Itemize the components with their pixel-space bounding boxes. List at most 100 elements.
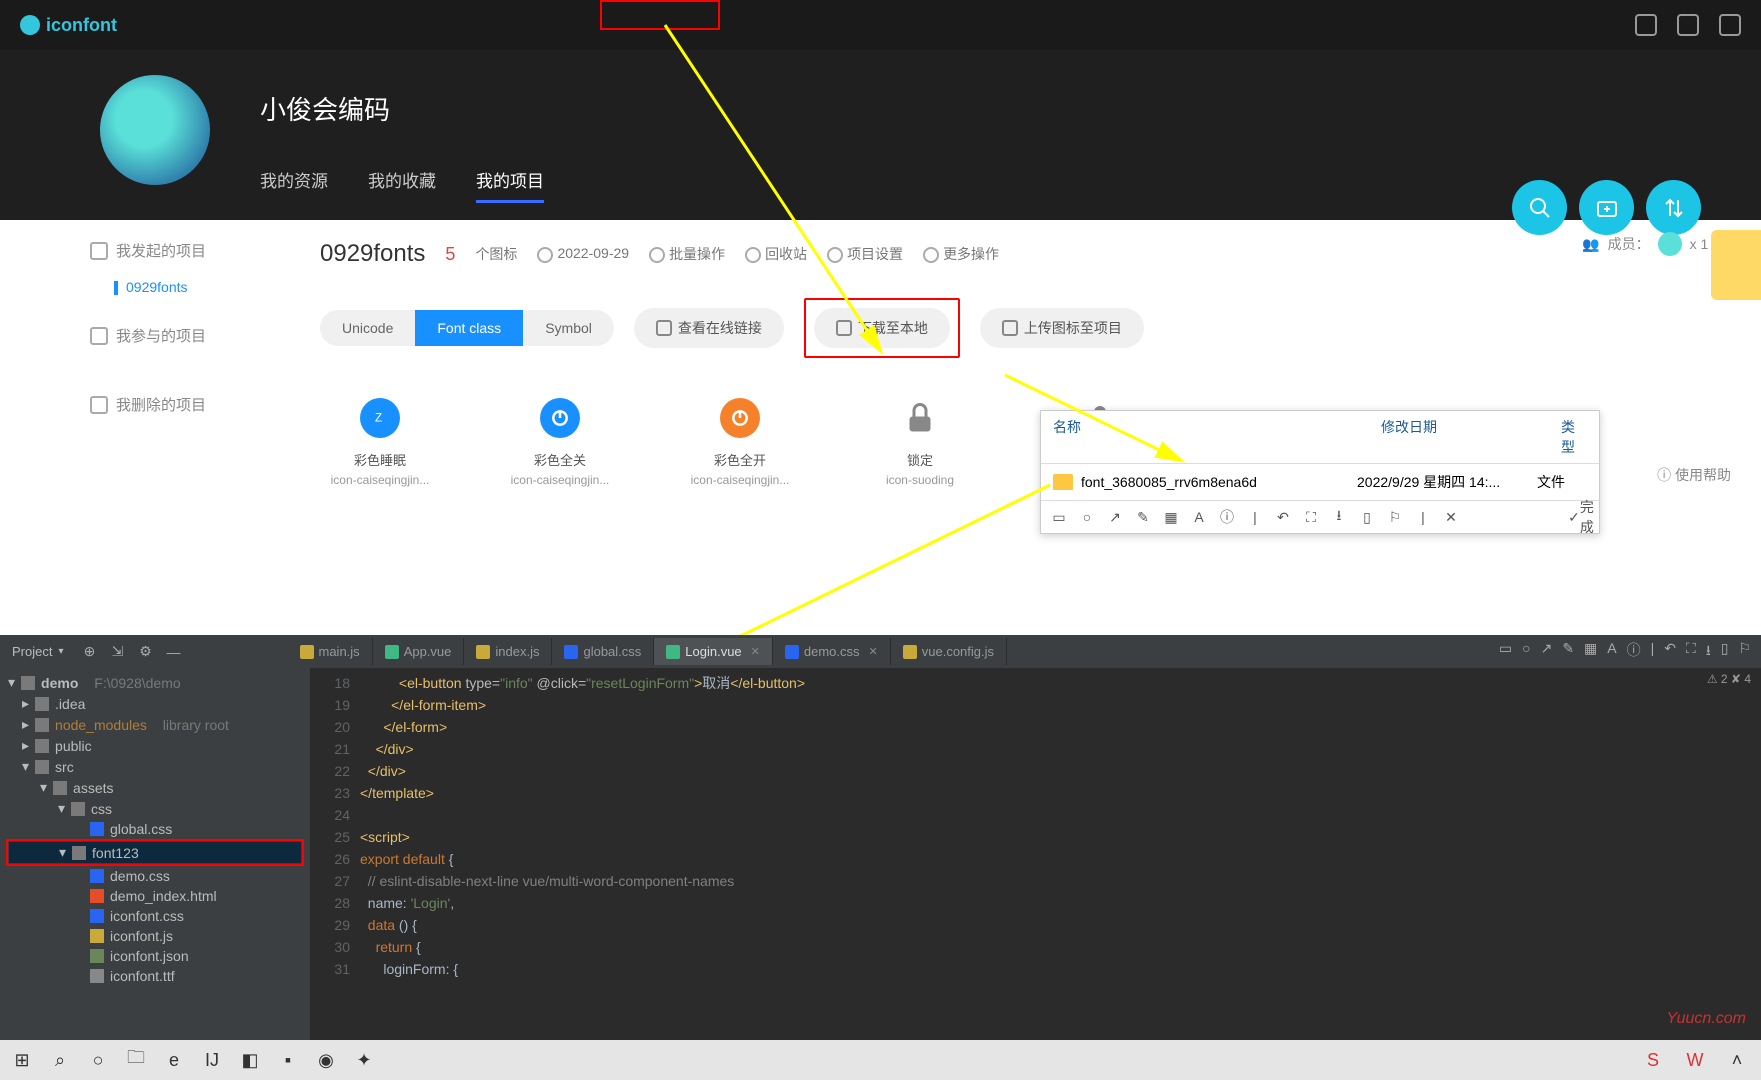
tree-idea[interactable]: ▸.idea	[0, 693, 310, 714]
tree-src[interactable]: ▾src	[0, 756, 310, 777]
undo-icon[interactable]: ↶	[1273, 507, 1293, 527]
col-type[interactable]: 类型	[1549, 411, 1599, 463]
tab-demo-css[interactable]: demo.css✕	[773, 638, 891, 665]
text-icon[interactable]: A	[1189, 507, 1209, 527]
tree-node-modules[interactable]: ▸node_modules library root	[0, 714, 310, 735]
expand-tool-icon[interactable]: ⛶	[1686, 640, 1696, 664]
download-icon[interactable]: ⭳	[1329, 507, 1349, 527]
collapse-icon[interactable]: ⇲	[109, 643, 127, 661]
tree-public[interactable]: ▸public	[0, 735, 310, 756]
close-icon[interactable]: ✕	[869, 645, 878, 658]
search-icon[interactable]: ⌕	[44, 1044, 76, 1076]
icon-cell-on[interactable]: 彩色全开 icon-caiseqingjin...	[680, 398, 800, 487]
seg-unicode[interactable]: Unicode	[320, 310, 415, 346]
tab-app-vue[interactable]: App.vue	[373, 638, 465, 665]
mosaic-tool-icon[interactable]: ▦	[1584, 640, 1597, 664]
tab-vueconfig-js[interactable]: vue.config.js	[891, 638, 1007, 665]
download-tool-icon[interactable]: ⭳	[1706, 640, 1711, 664]
intellij-icon[interactable]: IJ	[196, 1044, 228, 1076]
help-link[interactable]: ⓘ 使用帮助	[1657, 465, 1731, 485]
tree-iconfont-js[interactable]: iconfont.js	[0, 926, 310, 946]
phone-icon[interactable]: ▯	[1357, 507, 1377, 527]
bell-icon[interactable]	[1677, 14, 1699, 36]
sb-joined[interactable]: 我参与的项目	[90, 325, 280, 346]
user-icon[interactable]	[1719, 14, 1741, 36]
tray-up-icon[interactable]: ˄	[1721, 1044, 1753, 1076]
explorer-icon[interactable]: 🗀	[120, 1044, 152, 1076]
info-tool-icon[interactable]: ⓘ	[1627, 640, 1641, 664]
expand-icon[interactable]: ⛶	[1301, 507, 1321, 527]
upload-button[interactable]: 上传图标至项目	[980, 308, 1144, 348]
tree-global-css[interactable]: global.css	[0, 819, 310, 839]
text-tool-icon[interactable]: A	[1607, 640, 1616, 664]
batch-action[interactable]: 批量操作	[649, 244, 725, 264]
tray-w-icon[interactable]: W	[1679, 1044, 1711, 1076]
icon-cell-lock[interactable]: 锁定 icon-suoding	[860, 398, 980, 487]
explorer-row[interactable]: font_3680085_rrv6m8ena6d 2022/9/29 星期四 1…	[1041, 464, 1599, 500]
code-editor[interactable]: ⚠ 2 ✘ 4 1819202122232425262728293031 <el…	[310, 668, 1761, 1040]
app-icon[interactable]: ◧	[234, 1044, 266, 1076]
rect-tool-icon[interactable]: ▭	[1499, 640, 1512, 664]
undo-tool-icon[interactable]: ↶	[1664, 640, 1676, 664]
tree-font123[interactable]: ▾font123	[9, 842, 301, 863]
arrow-tool-icon[interactable]: ↗	[1541, 640, 1553, 664]
col-name[interactable]: 名称	[1041, 411, 1369, 463]
pin-tool-icon[interactable]: ⚐	[1738, 640, 1751, 664]
close-icon[interactable]: ✕	[1441, 507, 1461, 527]
pin-icon[interactable]: ⚐	[1385, 507, 1405, 527]
arrow-icon[interactable]: ↗	[1105, 507, 1125, 527]
pen-tool-icon[interactable]: ✎	[1562, 640, 1574, 664]
phone-tool-icon[interactable]: ▯	[1721, 640, 1729, 664]
tree-demo-index[interactable]: demo_index.html	[0, 886, 310, 906]
tab-main-js[interactable]: main.js	[288, 638, 373, 665]
mosaic-icon[interactable]: ▦	[1161, 507, 1181, 527]
pen-icon[interactable]: ✎	[1133, 507, 1153, 527]
tree-css[interactable]: ▾css	[0, 798, 310, 819]
tab-global-css[interactable]: global.css	[552, 638, 654, 665]
seg-fontclass[interactable]: Font class	[415, 310, 523, 346]
cortana-icon[interactable]: ○	[82, 1044, 114, 1076]
chrome-icon[interactable]: ◉	[310, 1044, 342, 1076]
problem-status[interactable]: ⚠ 2 ✘ 4	[1707, 672, 1751, 686]
icon-cell-off[interactable]: 彩色全关 icon-caiseqingjin...	[500, 398, 620, 487]
start-icon[interactable]: ⊞	[6, 1044, 38, 1076]
member-panel[interactable]: 👥成员： x 1›	[1582, 232, 1721, 256]
sb-created[interactable]: 我发起的项目	[90, 240, 280, 261]
site-logo[interactable]: iconfont	[20, 15, 117, 36]
tab-index-js[interactable]: index.js	[464, 638, 552, 665]
terminal-icon[interactable]: ▪	[272, 1044, 304, 1076]
project-panel-label[interactable]: Project	[0, 644, 76, 659]
tree-iconfont-ttf[interactable]: iconfont.ttf	[0, 966, 310, 986]
hide-icon[interactable]: —	[165, 643, 183, 661]
done-button[interactable]: ✓ 完成	[1571, 507, 1591, 527]
tab-my-favorites[interactable]: 我的收藏	[368, 167, 436, 203]
target-icon[interactable]: ⊕	[81, 643, 99, 661]
project-link-0929fonts[interactable]: 0929fonts	[114, 279, 280, 295]
cart-icon[interactable]	[1635, 14, 1657, 36]
icon-cell-sleep[interactable]: Z 彩色睡眠 icon-caiseqingjin...	[320, 398, 440, 487]
seg-symbol[interactable]: Symbol	[523, 310, 614, 346]
gear-icon[interactable]: ⚙	[137, 643, 155, 661]
tree-iconfont-css[interactable]: iconfont.css	[0, 906, 310, 926]
tray-s-icon[interactable]: S	[1637, 1044, 1669, 1076]
rect-icon[interactable]: ▭	[1049, 507, 1069, 527]
tree-root[interactable]: ▾demo F:\0928\demo	[0, 672, 310, 693]
col-date[interactable]: 修改日期	[1369, 411, 1549, 463]
download-button[interactable]: 下载至本地	[814, 308, 950, 348]
tab-my-resources[interactable]: 我的资源	[260, 167, 328, 203]
tab-my-projects[interactable]: 我的项目	[476, 167, 544, 203]
sb-deleted[interactable]: 我删除的项目	[90, 394, 280, 415]
recycle-bin[interactable]: 回收站	[745, 244, 807, 264]
tab-login-vue[interactable]: Login.vue✕	[654, 638, 773, 665]
app2-icon[interactable]: ✦	[348, 1044, 380, 1076]
edge-icon[interactable]: e	[158, 1044, 190, 1076]
info-icon[interactable]: ⓘ	[1217, 507, 1237, 527]
tree-demo-css[interactable]: demo.css	[0, 866, 310, 886]
circle-icon[interactable]: ○	[1077, 507, 1097, 527]
tree-iconfont-json[interactable]: iconfont.json	[0, 946, 310, 966]
tree-assets[interactable]: ▾assets	[0, 777, 310, 798]
file-tree[interactable]: ▾demo F:\0928\demo ▸.idea ▸node_modules …	[0, 668, 310, 1040]
view-link-button[interactable]: 查看在线链接	[634, 308, 784, 348]
user-avatar[interactable]	[100, 75, 210, 185]
circle-tool-icon[interactable]: ○	[1522, 640, 1530, 664]
